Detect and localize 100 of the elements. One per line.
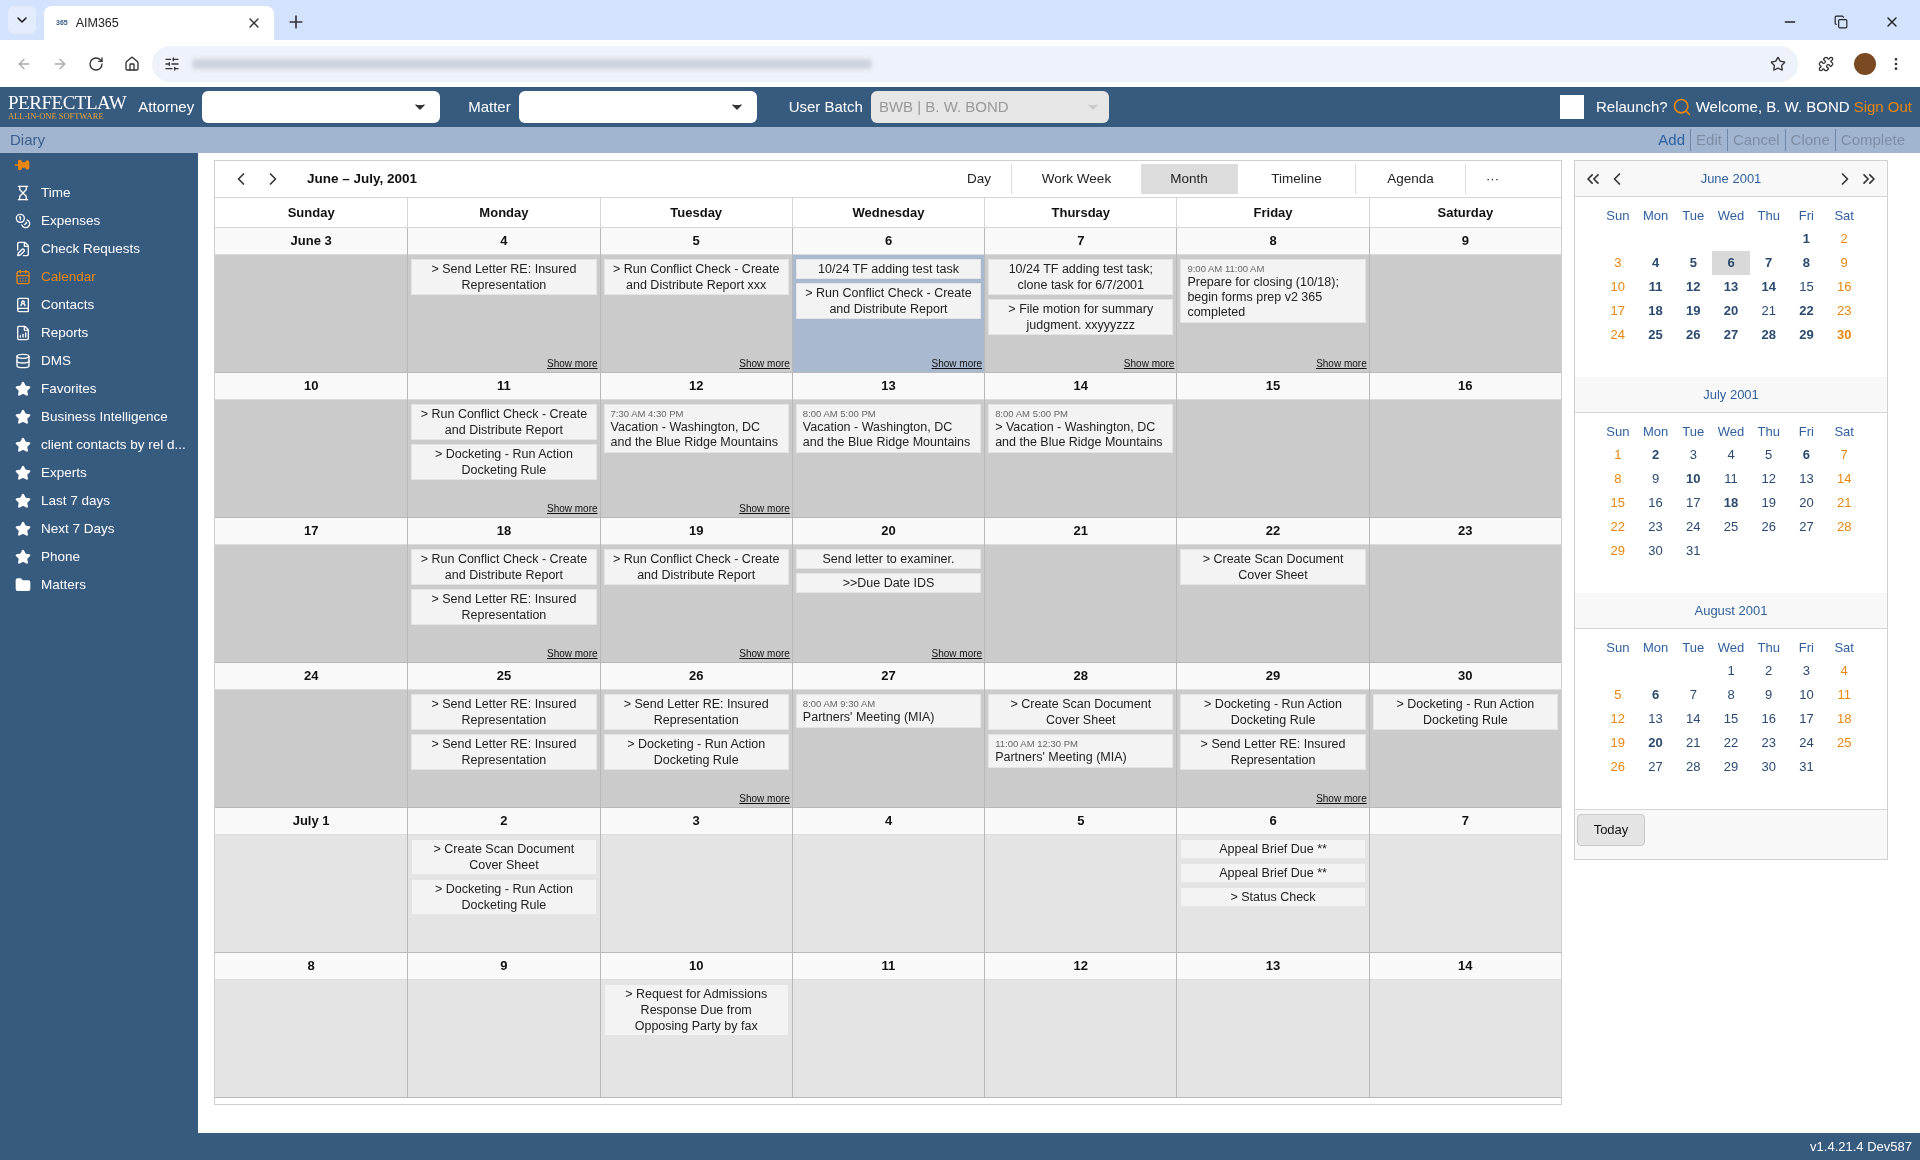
day-number[interactable]: 3 (1787, 659, 1826, 683)
day-number[interactable]: 9 (1749, 683, 1788, 707)
task-entry[interactable]: > Run Conflict Check - Create and Distribute Report (411, 404, 597, 440)
day-number[interactable]: 31 (1674, 539, 1713, 563)
day-cell[interactable]: 13 8:00 AM 5:00 PM Vacation - Washington, DC and the Blue Ridge Mountains (791, 373, 985, 518)
day-number[interactable]: 5 (1749, 443, 1788, 467)
day-number[interactable]: 13 (1636, 707, 1675, 731)
sidebar-item[interactable]: client contacts by rel d... (0, 431, 198, 459)
day-cell[interactable]: 5 (984, 808, 1177, 953)
day-cell[interactable]: 16 (1368, 373, 1561, 518)
day-number[interactable]: 29 (1712, 755, 1750, 779)
day-number[interactable]: 19 (1749, 491, 1788, 515)
day-cell[interactable]: 21 (984, 518, 1177, 663)
day-cell[interactable]: 17 (215, 518, 408, 663)
appointment-entry[interactable]: 11:00 AM 12:30 PM Partners' Meeting (MIA) (988, 734, 1174, 768)
day-number[interactable]: 5 (1674, 251, 1713, 275)
show-more-link[interactable]: Show more (1123, 356, 1177, 372)
day-number[interactable]: 25 (1636, 323, 1675, 347)
day-number[interactable]: 18 (1636, 299, 1675, 323)
day-number[interactable]: 10 (1787, 683, 1826, 707)
day-number[interactable]: 16 (1749, 707, 1788, 731)
day-cell[interactable]: 6 10/24 TF adding test task > Run Conflict Check - Create and Distribute Report Show more (791, 228, 985, 373)
task-entry[interactable]: >>Due Date IDS (795, 573, 982, 593)
day-cell[interactable]: 7 10/24 TF adding test task; clone task for 6/7/2001 > File motion for summary judgment. xxyyyzzz Show more (984, 228, 1177, 373)
show-more-link[interactable]: Show more (739, 791, 792, 807)
sidebar-item[interactable]: Experts (0, 459, 198, 487)
day-cell[interactable]: 23 (1368, 518, 1561, 663)
day-number[interactable]: 20 (1712, 299, 1750, 323)
view-tab[interactable]: Month (1141, 164, 1237, 194)
day-number[interactable]: 21 (1674, 731, 1713, 755)
task-entry[interactable]: > Status Check (1180, 887, 1366, 907)
day-number[interactable]: 28 (1674, 755, 1713, 779)
day-number[interactable]: 20 (1787, 491, 1826, 515)
day-number[interactable]: 23 (1749, 731, 1788, 755)
task-entry[interactable]: > Run Conflict Check - Create and Distribute Report (603, 549, 789, 585)
day-number[interactable]: 17 (1787, 707, 1826, 731)
day-number[interactable]: 7 (1674, 683, 1713, 707)
task-entry[interactable]: > Send Letter RE: Insured Representation (411, 694, 597, 730)
day-number[interactable]: 25 (1712, 515, 1750, 539)
show-more-link[interactable]: Show more (739, 501, 792, 517)
appointment-entry[interactable]: 8:00 AM 5:00 PM Vacation - Washington, DC and the Blue Ridge Mountains (795, 404, 982, 453)
day-number[interactable]: 6 (1712, 251, 1750, 275)
day-number[interactable]: 4 (1712, 443, 1750, 467)
day-cell[interactable]: 27 8:00 AM 9:30 AM Partners' Meeting (MIA) (791, 663, 985, 808)
day-cell[interactable]: 5 > Run Conflict Check - Create and Distribute Report xxx Show more (599, 228, 792, 373)
day-cell[interactable]: 8 (215, 953, 408, 1098)
day-number[interactable]: 24 (1787, 731, 1826, 755)
day-number[interactable]: 12 (1749, 467, 1788, 491)
task-entry[interactable]: > Docketing - Run Action Docketing Rule (411, 444, 597, 480)
day-number[interactable]: 20 (1636, 731, 1675, 755)
extensions-icon[interactable] (1818, 55, 1834, 72)
day-number[interactable]: 13 (1712, 275, 1750, 299)
day-cell[interactable]: 20 Send letter to examiner. >>Due Date IDS Show more (791, 518, 985, 663)
day-number[interactable]: 19 (1674, 299, 1713, 323)
day-number[interactable]: 2 (1749, 659, 1788, 683)
day-number[interactable]: 24 (1674, 515, 1713, 539)
day-number[interactable]: 1 (1712, 659, 1750, 683)
day-cell[interactable]: 4 (791, 808, 985, 953)
task-entry[interactable]: > File motion for summary judgment. xxyyyzzz (988, 299, 1174, 335)
day-cell[interactable]: 14 8:00 AM 5:00 PM > Vacation - Washington, DC and the Blue Ridge Mountains (984, 373, 1177, 518)
day-cell[interactable]: 18 > Run Conflict Check - Create and Distribute Report > Send Letter RE: Insured Representation Show more (407, 518, 600, 663)
day-cell[interactable]: 25 > Send Letter RE: Insured Representation > Send Letter RE: Insured Representation (407, 663, 600, 808)
day-number[interactable]: 4 (1636, 251, 1675, 275)
show-more-link[interactable]: Show more (739, 646, 792, 662)
task-entry[interactable]: > Create Scan Document Cover Sheet (988, 694, 1174, 730)
day-cell[interactable]: 13 (1176, 953, 1369, 1098)
day-number[interactable]: 14 (1674, 707, 1713, 731)
sidebar-item[interactable]: Time (0, 179, 198, 207)
day-cell[interactable]: 26 > Send Letter RE: Insured Representation > Docketing - Run Action Docketing Rule Show more (599, 663, 792, 808)
day-number[interactable]: 27 (1712, 323, 1750, 347)
day-number[interactable]: 8 (1787, 251, 1826, 275)
day-number[interactable]: 22 (1787, 299, 1826, 323)
day-number[interactable]: 7 (1749, 251, 1788, 275)
day-number[interactable]: 3 (1674, 443, 1713, 467)
day-cell[interactable]: 19 > Run Conflict Check - Create and Distribute Report Show more (599, 518, 792, 663)
task-entry[interactable]: > Send Letter RE: Insured Representation (411, 734, 597, 770)
sidebar-item[interactable]: Reports (0, 319, 198, 347)
day-number[interactable]: 23 (1636, 515, 1675, 539)
show-more-link[interactable]: Show more (931, 356, 985, 372)
day-number[interactable]: 16 (1636, 491, 1675, 515)
address-field[interactable] (152, 45, 1798, 82)
day-cell[interactable]: 11 > Run Conflict Check - Create and Distribute Report > Docketing - Run Action Docketing Rule Show more (407, 373, 600, 518)
reload-icon[interactable] (88, 55, 104, 72)
day-number[interactable]: 11 (1712, 467, 1750, 491)
sidebar-item[interactable]: Matters (0, 571, 198, 599)
search-icon[interactable] (1671, 97, 1692, 117)
task-entry[interactable]: Send letter to examiner. (795, 549, 982, 569)
task-entry[interactable]: > Docketing - Run Action Docketing Rule (1372, 694, 1558, 730)
task-entry[interactable]: > Create Scan Document Cover Sheet (1180, 549, 1366, 585)
day-cell[interactable]: 8 9:00 AM 11:00 AM Prepare for closing (10/18); begin forms prep v2 365 completed Show more (1176, 228, 1369, 373)
sidebar-item[interactable]: Last 7 days (0, 487, 198, 515)
task-entry[interactable]: > Send Letter RE: Insured Representation (411, 589, 597, 625)
show-more-link[interactable]: Show more (547, 646, 600, 662)
task-entry[interactable]: Appeal Brief Due ** (1180, 839, 1366, 859)
tab-list-button[interactable] (8, 6, 36, 34)
day-number[interactable]: 21 (1749, 299, 1788, 323)
day-number[interactable]: 10 (1674, 467, 1713, 491)
bookmark-icon[interactable] (1770, 55, 1786, 72)
task-entry[interactable]: 10/24 TF adding test task; clone task for 6/7/2001 (988, 259, 1174, 295)
task-entry[interactable]: > Run Conflict Check - Create and Distribute Report (795, 283, 982, 319)
